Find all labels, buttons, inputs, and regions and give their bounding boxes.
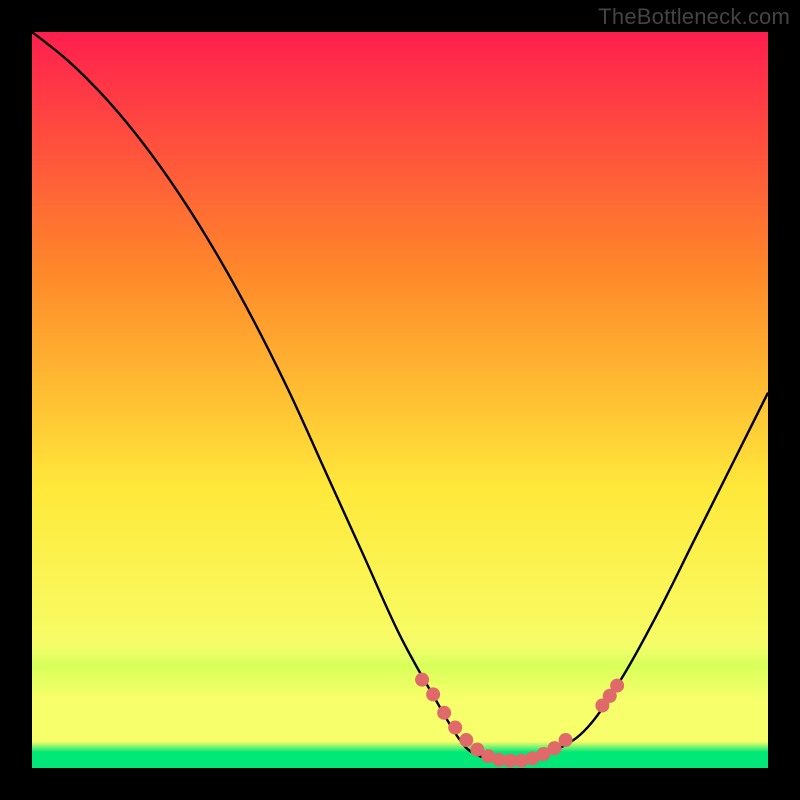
highlight-dot: [610, 679, 624, 693]
curve-layer: [32, 32, 768, 768]
highlight-dot: [426, 687, 440, 701]
highlight-dot: [559, 733, 573, 747]
highlight-dot: [448, 721, 462, 735]
highlight-dot: [437, 706, 451, 720]
plot-area: [32, 32, 768, 768]
attribution-text: TheBottleneck.com: [598, 4, 790, 30]
bottleneck-curve: [32, 32, 768, 762]
highlight-dot: [459, 733, 473, 747]
highlight-dot: [415, 673, 429, 687]
chart-frame: TheBottleneck.com: [0, 0, 800, 800]
